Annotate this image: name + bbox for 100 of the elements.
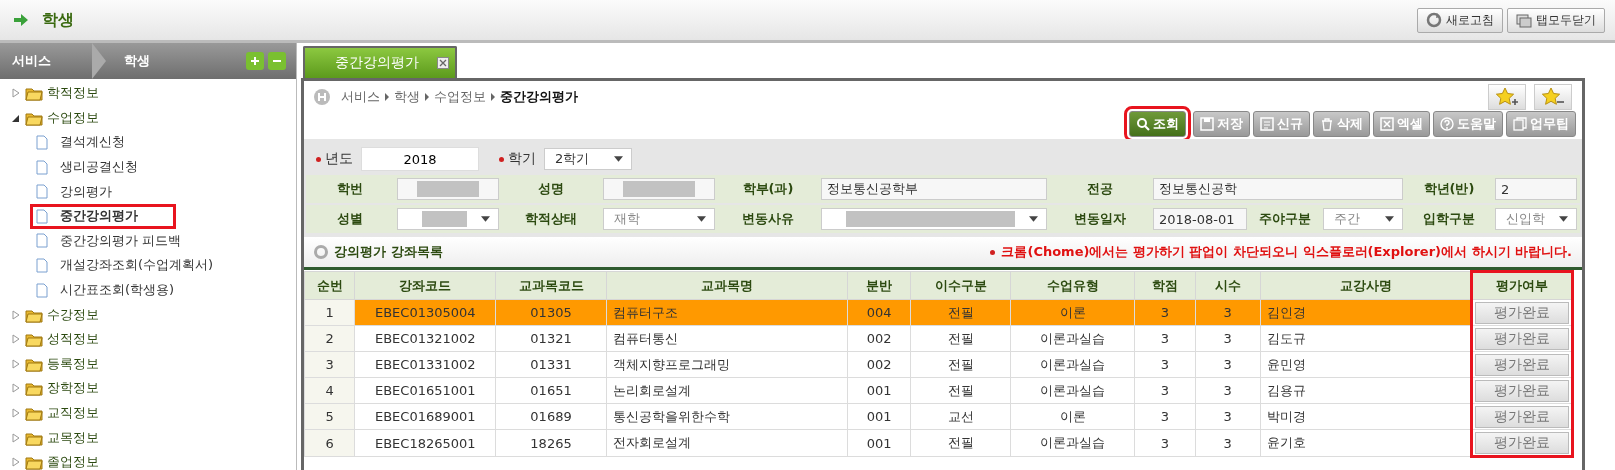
field-label: 성명 <box>502 175 600 203</box>
table-cell: 01321 <box>530 331 572 346</box>
table-row[interactable]: 3 EBEC01331002 01331 객체지향프로그래밍 002 전필 이론과실습 3 3 윤민영 평가완료 <box>304 351 1573 378</box>
field-label: 학기 <box>508 150 536 168</box>
remove-favorite-button[interactable] <box>1534 84 1572 110</box>
table-row[interactable]: 6 EBEC18265001 18265 전자회로설계 001 전필 이론과실습 3 3 윤기호 평가완료 <box>304 429 1573 457</box>
chevron-icon <box>425 93 429 101</box>
add-favorite-button[interactable] <box>1488 84 1526 110</box>
table-cell: 이론 <box>1059 304 1086 320</box>
text-field[interactable]: 정보통신공학 <box>1153 178 1403 200</box>
table-row[interactable]: 2 EBEC01321002 01321 컴퓨터통신 002 전필 이론과실습 3 3 김도규 평가완료 <box>304 325 1573 352</box>
caret-icon <box>697 216 706 222</box>
tree-folder[interactable]: 장학정보 <box>0 376 296 401</box>
field-label: 학년(반) <box>1406 175 1492 203</box>
help-icon <box>1440 117 1454 131</box>
table-cell: 3 <box>1160 409 1169 424</box>
table-cell: 5 <box>325 409 334 424</box>
column-header: 수업유형 <box>1010 271 1135 300</box>
table-cell: 전필 <box>947 304 974 320</box>
table-cell: 002 <box>866 357 892 372</box>
table-cell: 1 <box>325 305 334 320</box>
copy-icon <box>1513 117 1527 131</box>
breadcrumb-item[interactable]: 수업정보 <box>434 88 486 106</box>
table-cell: EBEC01321002 <box>374 331 476 346</box>
table-cell: 3 <box>1160 305 1169 320</box>
page-title: 학생 <box>42 9 74 31</box>
tree-folder[interactable]: 교직정보 <box>0 400 296 426</box>
document-icon <box>36 135 48 150</box>
field-label: 주야구분 <box>1250 205 1320 233</box>
field-label: 성별 <box>306 205 394 233</box>
document-icon <box>36 184 48 200</box>
column-header: 교과목명 <box>606 271 848 300</box>
breadcrumb-item[interactable]: 중간강의평가 <box>500 88 578 106</box>
tree-item[interactable]: 생리공결신청 <box>0 154 296 180</box>
table-cell: 001 <box>866 435 892 451</box>
select-field[interactable] <box>397 208 499 230</box>
table-cell: 교선 <box>947 408 974 424</box>
tree-folder[interactable]: 학적정보 <box>0 81 296 106</box>
tree-folder[interactable]: 졸업정보 <box>0 449 296 470</box>
tree-folder[interactable]: 성적정보 <box>0 326 296 352</box>
tree-folder[interactable]: 수강정보 <box>0 302 296 327</box>
table-cell: 01331 <box>530 357 572 372</box>
table-row[interactable]: 1 EBEC01305004 01305 컴퓨터구조 004 전필 이론 3 3 김인경 평가완료 <box>304 299 1573 326</box>
table-cell: EBEC01305004 <box>374 305 476 320</box>
star-minus-icon <box>1541 87 1565 107</box>
expand-all-button[interactable] <box>246 52 264 70</box>
header-button[interactable]: 새로고침 <box>1417 7 1503 33</box>
caret-icon <box>614 156 623 162</box>
select-field[interactable] <box>821 208 1047 230</box>
tree-item[interactable]: 개설강좌조회(수업계획서) <box>0 253 296 278</box>
table-cell: 윤기호 <box>1266 435 1306 450</box>
floppy-icon <box>1200 117 1214 131</box>
caret-icon <box>1029 216 1038 222</box>
document-icon <box>36 159 48 175</box>
column-header: 시수 <box>1195 271 1261 300</box>
plus-icon <box>250 56 260 66</box>
table-cell: 이론 <box>1059 408 1086 424</box>
circle-icon <box>314 245 328 259</box>
evaluation-button[interactable]: 평가완료 <box>1475 405 1569 428</box>
breadcrumb-item[interactable]: 서비스 <box>341 88 380 106</box>
tree-item[interactable]: 결석계신청 <box>0 130 296 155</box>
tree-item[interactable]: 중간강의평가 피드백 <box>0 228 296 254</box>
tree-item[interactable]: 중간강의평가 <box>30 203 176 229</box>
text-field[interactable] <box>603 178 715 200</box>
evaluation-button[interactable]: 평가완료 <box>1475 353 1569 376</box>
table-cell: 3 <box>1223 357 1232 372</box>
evaluation-button[interactable]: 평가완료 <box>1475 431 1569 454</box>
field-label: 학부(과) <box>718 175 818 203</box>
table-row[interactable]: 5 EBEC01689001 01689 통신공학을위한수학 001 교선 이론 3 3 박미경 평가완료 <box>304 403 1573 430</box>
table-cell: 002 <box>866 331 892 346</box>
header-button[interactable]: 탭모두닫기 <box>1507 7 1605 33</box>
field-label: 입학구분 <box>1406 205 1492 233</box>
column-header: 교과목코드 <box>495 271 607 300</box>
tree-folder[interactable]: 수업정보 <box>0 105 296 131</box>
evaluation-button[interactable]: 평가완료 <box>1475 379 1569 402</box>
text-field[interactable]: 2018-08-01 <box>1153 208 1247 230</box>
evaluation-button[interactable]: 평가완료 <box>1475 301 1569 324</box>
breadcrumb-item[interactable]: 학생 <box>394 88 420 106</box>
table-cell: 6 <box>325 435 334 451</box>
text-field[interactable] <box>397 178 499 200</box>
collapse-all-button[interactable] <box>268 52 286 70</box>
term-select[interactable]: 2학기 <box>544 148 632 170</box>
table-cell: 3 <box>1223 383 1232 398</box>
tree-folder[interactable]: 교목정보 <box>0 425 296 450</box>
text-field[interactable]: 2 <box>1495 178 1577 200</box>
table-cell: 윤민영 <box>1266 356 1306 372</box>
sidebar-crumb: 학생 <box>124 52 151 70</box>
tree-item[interactable]: 강의평가 <box>0 179 296 204</box>
windows-icon <box>1516 12 1532 28</box>
evaluation-button[interactable]: 평가완료 <box>1475 327 1569 350</box>
close-icon[interactable] <box>437 57 449 69</box>
table-cell: 2 <box>325 331 334 346</box>
table-cell: EBEC01331002 <box>374 357 476 372</box>
column-header: 순번 <box>304 271 355 300</box>
table-cell: 3 <box>1223 409 1232 424</box>
text-field[interactable]: 정보통신공학부 <box>821 178 1047 200</box>
tree-folder[interactable]: 등록정보 <box>0 351 296 377</box>
tree-item[interactable]: 시간표조회(학생용) <box>0 277 296 303</box>
year-field[interactable]: 2018 <box>361 147 479 171</box>
table-row[interactable]: 4 EBEC01651001 01651 논리회로설계 001 전필 이론과실습 3 3 김용규 평가완료 <box>304 377 1573 404</box>
